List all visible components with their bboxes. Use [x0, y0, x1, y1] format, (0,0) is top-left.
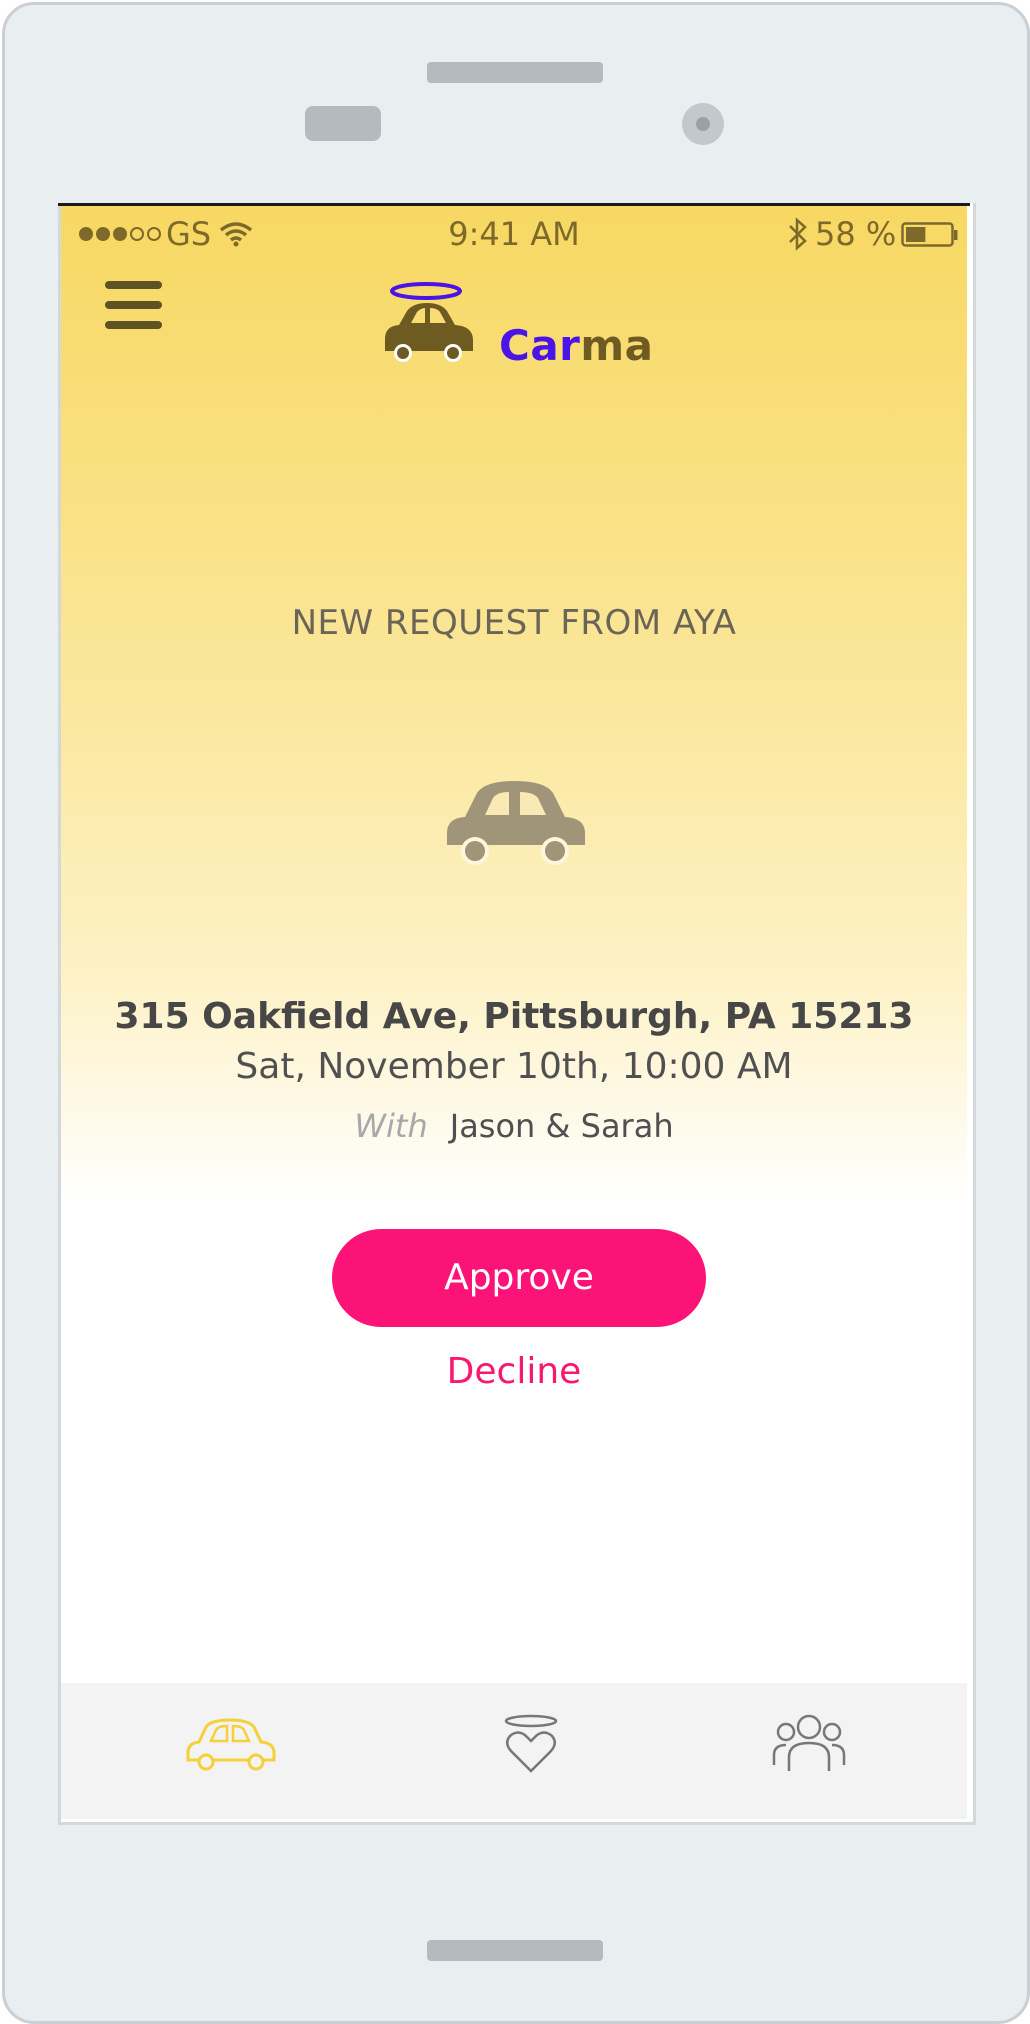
pickup-datetime: Sat, November 10th, 10:00 AM: [235, 1046, 793, 1087]
tab-karma-halo-heart-icon[interactable]: [501, 1713, 561, 1777]
battery-percentage: 58 %: [815, 215, 897, 253]
app-name-part2: ma: [580, 321, 654, 370]
passengers-row: With Jason & Sarah: [61, 1107, 967, 1145]
approve-button[interactable]: Approve: [332, 1229, 706, 1327]
request-title: NEW REQUEST FROM AYA: [291, 603, 737, 643]
phone-device: GS 9:41 AM 58 % Carma NEW REQUEST FROM A…: [0, 0, 1030, 2024]
earpiece-speaker: [427, 62, 603, 83]
passenger-names: Jason & Sarah: [449, 1107, 674, 1145]
bottom-tab-bar: [61, 1683, 967, 1819]
proximity-sensor: [305, 106, 381, 141]
front-camera: [682, 103, 724, 145]
bluetooth-icon: [789, 217, 807, 251]
battery-icon: [901, 222, 958, 247]
hamburger-menu-button[interactable]: [105, 281, 165, 331]
status-bar: GS 9:41 AM 58 %: [61, 215, 967, 259]
decline-button[interactable]: Decline: [61, 1351, 967, 1392]
pickup-address: 315 Oakfield Ave, Pittsburgh, PA 15213: [114, 996, 914, 1037]
screen-top-edge: [58, 203, 970, 206]
app-name: Carma: [499, 321, 654, 370]
home-button[interactable]: [427, 1940, 603, 1961]
tab-friends-people-icon[interactable]: [771, 1713, 847, 1773]
app-name-part1: Car: [499, 321, 581, 370]
app-screen: GS 9:41 AM 58 % Carma NEW REQUEST FROM A…: [58, 203, 976, 1825]
halo-car-icon: [385, 282, 473, 362]
with-label: With: [354, 1107, 428, 1145]
carma-logo: Carma: [379, 281, 679, 381]
tab-rides-car-icon[interactable]: [184, 1713, 278, 1773]
car-icon: [447, 781, 585, 865]
